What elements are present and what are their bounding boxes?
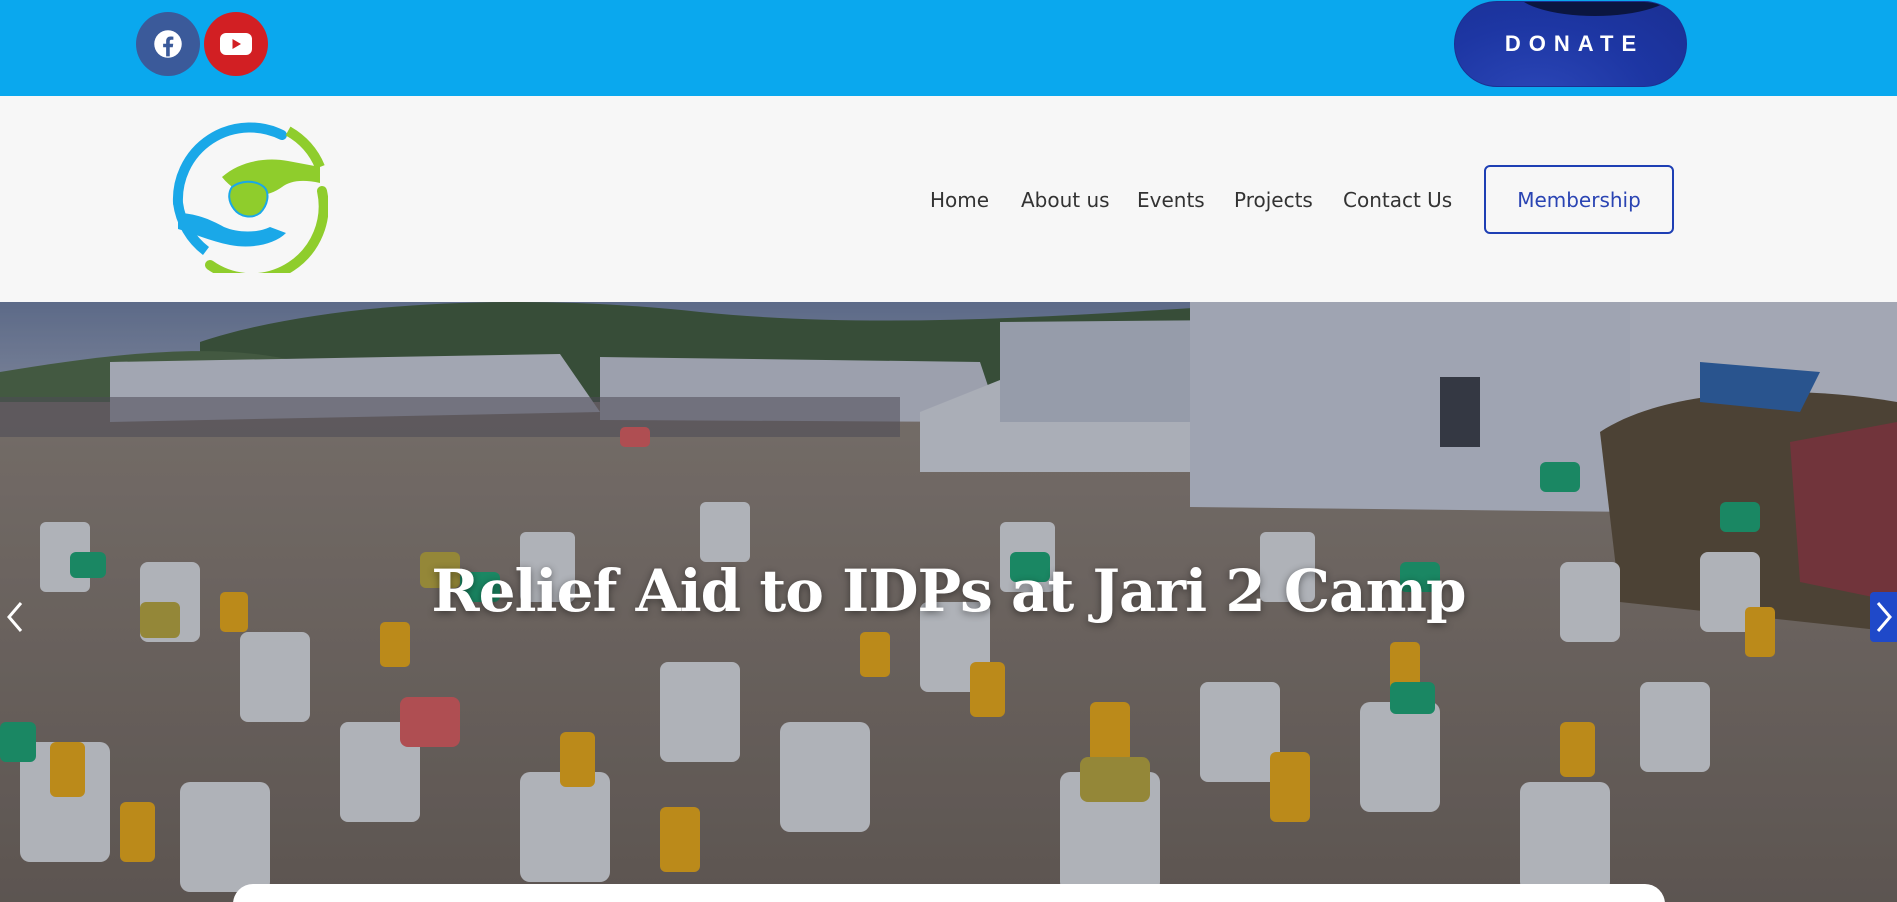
- chevron-right-icon: [1876, 602, 1892, 632]
- slider-next-button[interactable]: [1870, 592, 1897, 642]
- nav-projects[interactable]: Projects: [1234, 188, 1313, 212]
- site-header: Home About us Events Projects Contact Us…: [0, 96, 1897, 302]
- donate-button[interactable]: DONATE: [1454, 1, 1687, 87]
- nav-events[interactable]: Events: [1137, 188, 1205, 212]
- nav-about-us[interactable]: About us: [1021, 188, 1110, 212]
- facebook-link[interactable]: [136, 12, 200, 76]
- youtube-icon: [220, 33, 252, 55]
- logo-icon[interactable]: [170, 121, 328, 273]
- facebook-icon: [154, 30, 182, 58]
- top-bar: DONATE: [0, 0, 1897, 96]
- membership-button[interactable]: Membership: [1484, 165, 1674, 234]
- membership-label: Membership: [1517, 187, 1641, 212]
- hero-title: Relief Aid to IDPs at Jari 2 Camp: [431, 557, 1466, 625]
- slider-prev-button[interactable]: [0, 592, 30, 642]
- youtube-link[interactable]: [204, 12, 268, 76]
- nav-contact-us[interactable]: Contact Us: [1343, 188, 1452, 212]
- chevron-left-icon: [7, 602, 23, 632]
- donate-label: DONATE: [1504, 31, 1645, 56]
- hero-slider: Relief Aid to IDPs at Jari 2 Camp: [0, 302, 1897, 902]
- content-card-edge: [233, 884, 1665, 902]
- nav-home[interactable]: Home: [930, 188, 989, 212]
